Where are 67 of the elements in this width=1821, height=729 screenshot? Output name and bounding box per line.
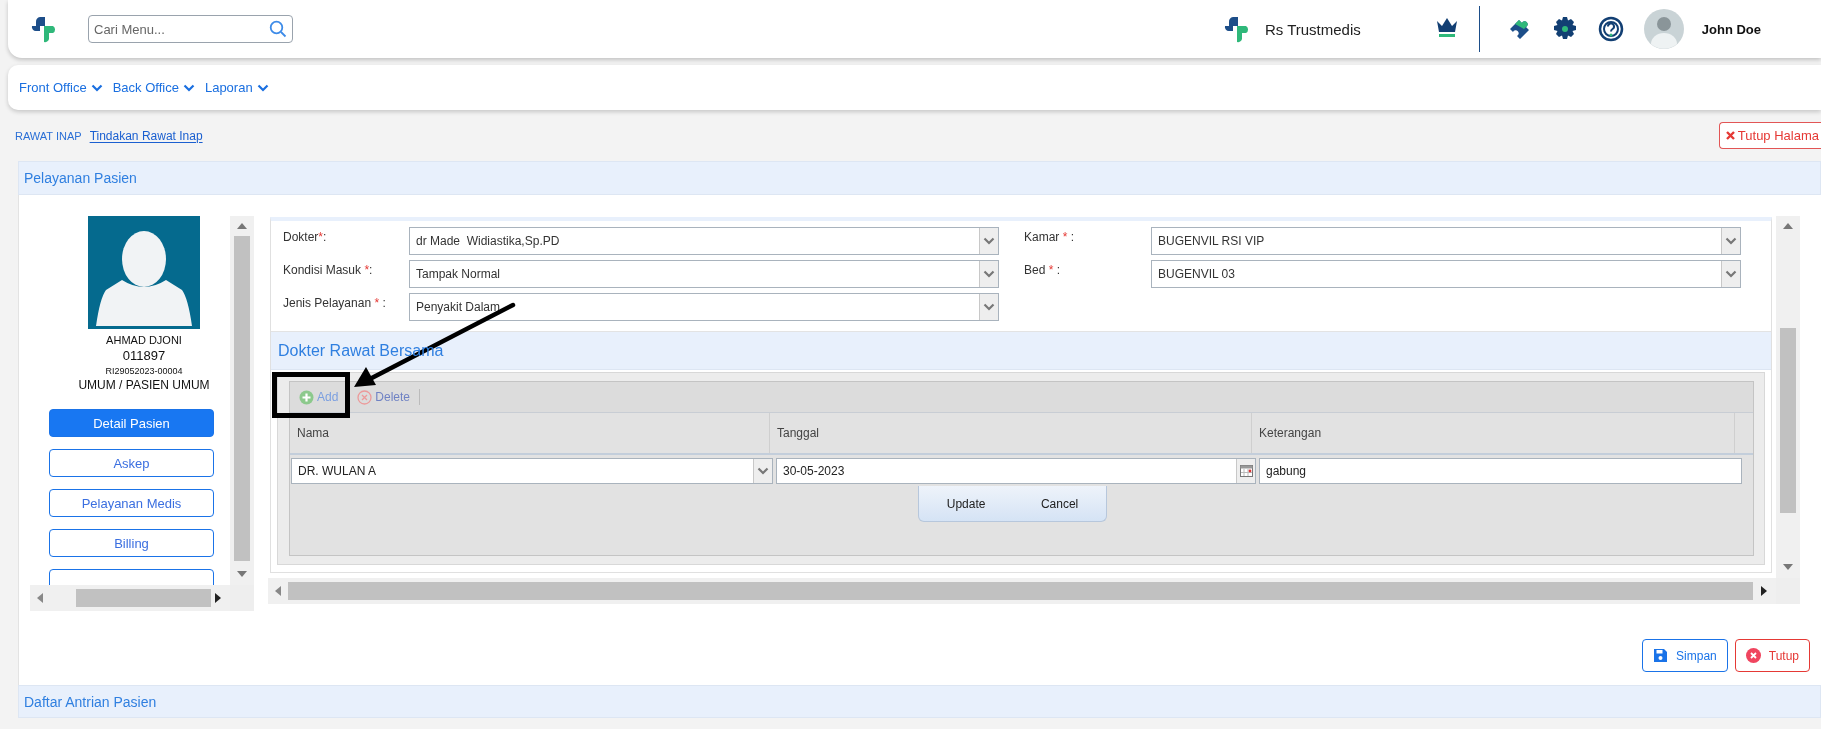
dropdown-field[interactable]: Penyakit Dalam <box>409 293 999 321</box>
date-field[interactable]: 30-05-2023 <box>776 458 1256 484</box>
search-icon <box>269 20 287 38</box>
menu-item[interactable]: Front Office <box>19 80 103 95</box>
field-label: Kondisi Masuk *: <box>283 262 374 279</box>
dropdown-field[interactable]: DR. WULAN A <box>291 458 773 484</box>
menu-item[interactable]: Back Office <box>112 80 195 95</box>
field-label: Bed * : <box>1024 262 1062 279</box>
crown-icon <box>1434 16 1459 38</box>
column-header: Keterangan <box>1252 413 1735 453</box>
dropdown-field[interactable]: dr Made Widiastika,Sp.PD <box>409 227 999 255</box>
settings-icon[interactable] <box>1551 16 1578 42</box>
field-label: Kamar * : <box>1024 229 1076 246</box>
chevron-down-icon <box>983 269 995 279</box>
close-circle-icon <box>1745 648 1761 663</box>
horizontal-scrollbar[interactable] <box>30 585 230 611</box>
user-name: John Doe <box>1701 21 1761 37</box>
delete-button[interactable]: Delete <box>354 387 414 407</box>
text-field[interactable]: gabung <box>1259 458 1742 484</box>
dropdown-field[interactable]: BUGENVIL RSI VIP <box>1151 227 1741 255</box>
close-icon <box>1725 131 1735 140</box>
column-header: Nama <box>290 413 770 453</box>
cancel-button[interactable]: Cancel <box>1032 492 1087 515</box>
calendar-icon <box>1239 465 1253 477</box>
logo-icon <box>1222 15 1251 43</box>
menu-item[interactable]: Laporan <box>204 80 269 95</box>
dropdown-field[interactable]: Tampak Normal <box>409 260 999 288</box>
chevron-down-icon <box>757 466 769 476</box>
help-icon[interactable] <box>1597 16 1624 42</box>
chevron-down-icon <box>90 82 103 93</box>
patient-name: AHMAD DJONI <box>105 333 183 347</box>
field-label: Dokter*: <box>283 229 328 246</box>
close-circle-icon <box>357 389 373 405</box>
horizontal-scrollbar[interactable] <box>268 578 1776 604</box>
save-icon <box>1653 648 1669 663</box>
hospital-name: Rs Trustmedis <box>1264 20 1361 38</box>
chevron-down-icon <box>1725 236 1737 246</box>
close-page-button[interactable]: Tutup Halama <box>1718 122 1821 149</box>
avatar-icon[interactable] <box>1643 9 1684 49</box>
logo-icon <box>30 15 58 43</box>
vertical-scrollbar[interactable] <box>230 216 254 585</box>
side-menu-button[interactable]: Detail Pasien <box>49 409 214 437</box>
save-button[interactable]: Simpan <box>1642 639 1728 672</box>
chevron-down-icon <box>983 302 995 312</box>
patient-number: 011897 <box>121 347 167 364</box>
side-menu-button[interactable]: Billing <box>49 529 214 557</box>
chevron-down-icon <box>1725 269 1737 279</box>
update-button[interactable]: Update <box>938 492 994 515</box>
chevron-down-icon <box>983 236 995 246</box>
close-button[interactable]: Tutup <box>1734 639 1810 672</box>
person-silhouette-icon <box>88 216 200 329</box>
field-label: Jenis Pelayanan * : <box>283 295 387 312</box>
breadcrumb-link[interactable]: Tindakan Rawat Inap <box>89 128 203 143</box>
vertical-scrollbar[interactable] <box>1776 216 1800 578</box>
panel-title: Daftar Antrian Pasien <box>24 693 157 710</box>
search-field[interactable]: Cari Menu... <box>88 15 293 43</box>
breadcrumb-link[interactable]: RAWAT INAP <box>15 129 82 142</box>
plus-circle-icon <box>299 389 314 405</box>
chevron-down-icon <box>182 82 195 93</box>
side-menu-button[interactable]: Askep <box>49 449 214 477</box>
side-menu-button[interactable]: Pelayanan Medis <box>49 489 214 517</box>
dropdown-field[interactable]: BUGENVIL 03 <box>1151 260 1741 288</box>
chevron-down-icon <box>256 82 269 93</box>
registration-number: RI29052023-00004 <box>104 365 184 378</box>
payer-type: UMUM / PASIEN UMUM <box>77 378 211 393</box>
column-header: Tanggal <box>770 413 1252 453</box>
panel-title: Pelayanan Pasien <box>24 170 137 186</box>
